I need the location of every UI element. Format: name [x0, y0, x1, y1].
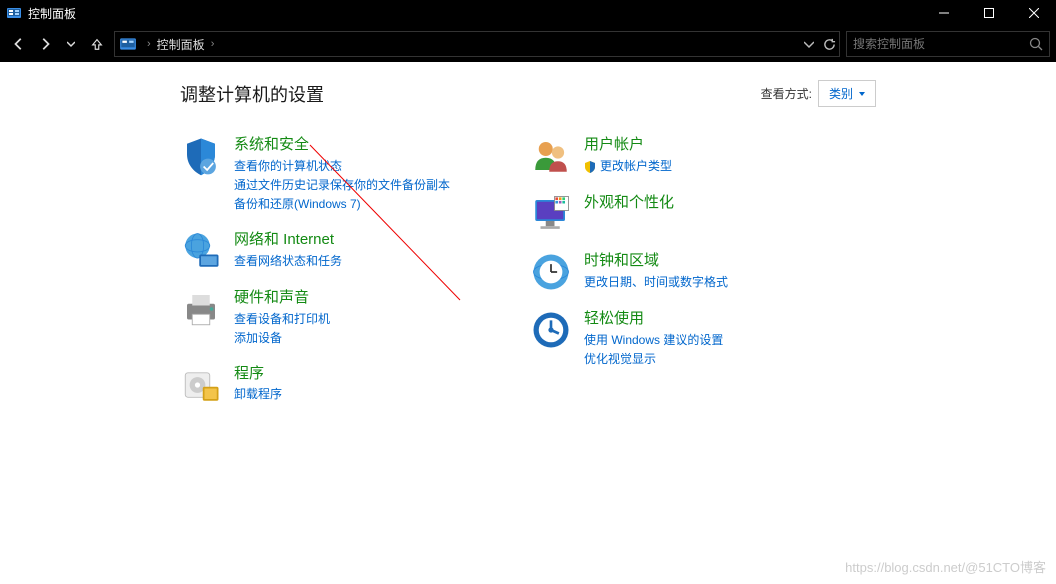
view-by-value: 类别 [829, 85, 853, 102]
address-bar[interactable]: › 控制面板 › [114, 31, 840, 57]
content-area: 调整计算机的设置 查看方式: 类别 系统和安全 查看你的计算机状态 通过文件历史… [0, 62, 1056, 584]
category-appearance: 外观和个性化 [530, 193, 840, 235]
search-box[interactable] [846, 31, 1050, 57]
category-clock-region: 时钟和区域 更改日期、时间或数字格式 [530, 251, 840, 293]
category-sublink[interactable]: 备份和还原(Windows 7) [234, 195, 450, 214]
up-button[interactable] [84, 30, 110, 58]
page-title: 调整计算机的设置 [180, 81, 761, 107]
search-icon[interactable] [1029, 37, 1043, 51]
category-sublink[interactable]: 添加设备 [234, 329, 330, 348]
category-sublink[interactable]: 查看设备和打印机 [234, 310, 330, 329]
category-title-link[interactable]: 系统和安全 [234, 135, 450, 155]
control-panel-icon [6, 5, 22, 21]
category-sublink[interactable]: 查看网络状态和任务 [234, 252, 342, 271]
chevron-right-icon[interactable]: › [147, 38, 151, 50]
category-sublink[interactable]: 更改日期、时间或数字格式 [584, 273, 728, 292]
users-icon [530, 135, 572, 177]
category-ease-of-access: 轻松使用 使用 Windows 建议的设置 优化视觉显示 [530, 309, 840, 369]
category-sublink[interactable]: 使用 Windows 建议的设置 [584, 331, 723, 350]
search-input[interactable] [853, 37, 1029, 51]
category-title-link[interactable]: 时钟和区域 [584, 251, 728, 271]
address-dropdown-icon[interactable] [799, 34, 819, 54]
clock-icon [530, 251, 572, 293]
refresh-icon[interactable] [819, 34, 839, 54]
close-button[interactable] [1011, 0, 1056, 26]
category-sublink[interactable]: 通过文件历史记录保存你的文件备份副本 [234, 176, 450, 195]
appearance-icon [530, 193, 572, 235]
category-sublink[interactable]: 查看你的计算机状态 [234, 157, 450, 176]
chevron-right-icon[interactable]: › [211, 38, 215, 50]
chevron-down-icon [859, 92, 865, 96]
category-sublink[interactable]: 卸载程序 [234, 385, 282, 404]
category-title-link[interactable]: 轻松使用 [584, 309, 723, 329]
maximize-button[interactable] [966, 0, 1011, 26]
category-network: 网络和 Internet 查看网络状态和任务 [180, 230, 490, 272]
forward-button[interactable] [32, 30, 58, 58]
category-sublink[interactable]: 更改帐户类型 [584, 157, 672, 176]
uac-shield-icon [584, 160, 596, 172]
programs-icon [180, 364, 222, 406]
watermark: https://blog.csdn.net/@51CTO博客 [845, 557, 1046, 576]
category-programs: 程序 卸载程序 [180, 364, 490, 406]
view-by-label: 查看方式: [761, 85, 812, 102]
category-title-link[interactable]: 硬件和声音 [234, 288, 330, 308]
ease-of-access-icon [530, 309, 572, 351]
shield-icon [180, 135, 222, 177]
category-title-link[interactable]: 用户帐户 [584, 135, 672, 155]
category-title-link[interactable]: 外观和个性化 [584, 193, 674, 213]
category-sublink[interactable]: 优化视觉显示 [584, 350, 723, 369]
minimize-button[interactable] [921, 0, 966, 26]
window-title: 控制面板 [28, 5, 76, 22]
category-user-accounts: 用户帐户 更改帐户类型 [530, 135, 840, 177]
category-title-link[interactable]: 网络和 Internet [234, 230, 342, 250]
printer-icon [180, 288, 222, 330]
view-by-dropdown[interactable]: 类别 [818, 80, 876, 107]
back-button[interactable] [6, 30, 32, 58]
breadcrumb[interactable]: 控制面板 [157, 36, 205, 53]
network-icon [180, 230, 222, 272]
title-bar: 控制面板 [0, 0, 1056, 26]
nav-bar: › 控制面板 › [0, 26, 1056, 62]
category-hardware: 硬件和声音 查看设备和打印机 添加设备 [180, 288, 490, 348]
category-system-security: 系统和安全 查看你的计算机状态 通过文件历史记录保存你的文件备份副本 备份和还原… [180, 135, 490, 214]
recent-dropdown-button[interactable] [58, 30, 84, 58]
category-title-link[interactable]: 程序 [234, 364, 282, 384]
control-panel-icon [119, 35, 137, 53]
